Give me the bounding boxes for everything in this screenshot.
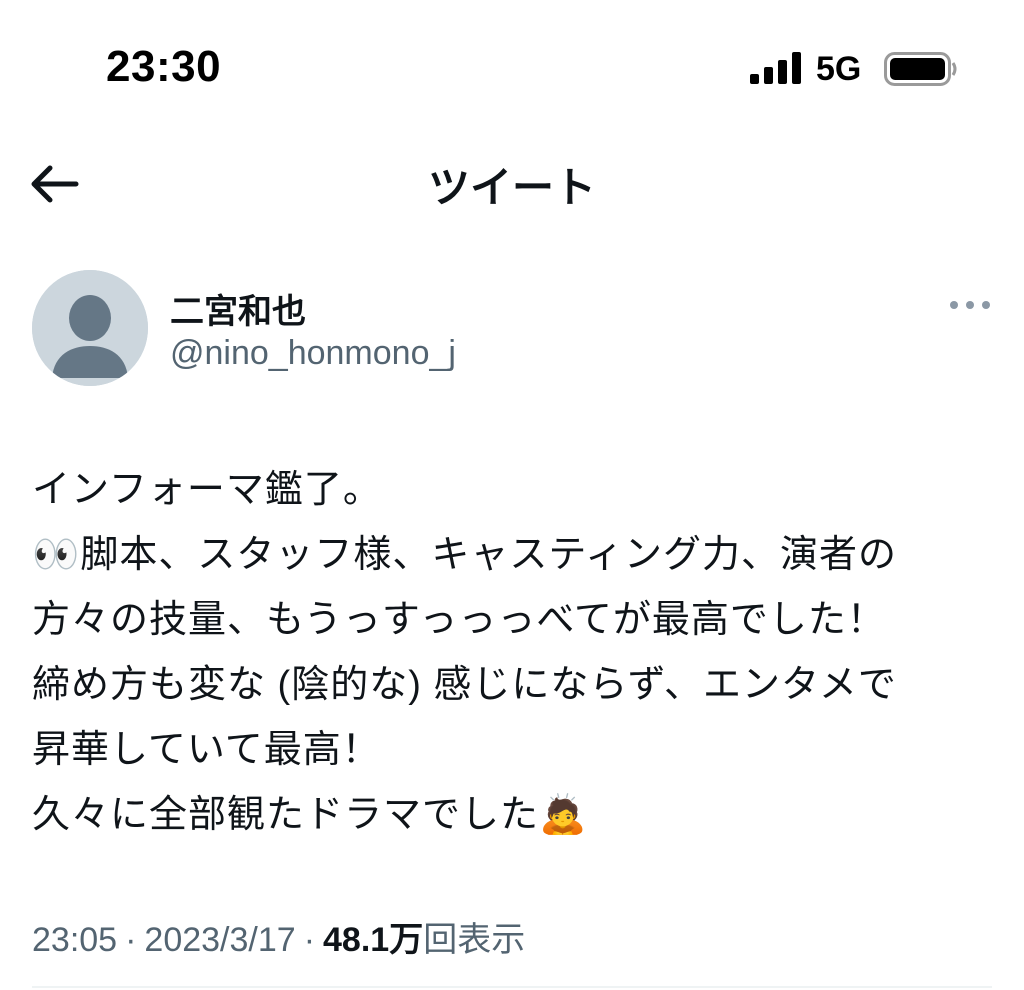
signal-bars-icon xyxy=(750,52,801,84)
meta-separator: · xyxy=(303,921,316,959)
views-count[interactable]: 48.1万 xyxy=(323,921,423,959)
tweet-date[interactable]: 2023/3/17 xyxy=(144,921,295,959)
tweet-line: 👀脚本、スタッフ様、キャスティング力、演者の xyxy=(32,534,898,576)
default-avatar-icon xyxy=(32,270,148,386)
tweet-time[interactable]: 23:05 xyxy=(32,921,117,959)
more-horizontal-icon[interactable] xyxy=(946,290,994,320)
avatar[interactable] xyxy=(32,270,148,386)
top-nav-header: ツイート xyxy=(0,140,1024,230)
tweet-line: インフォーマ鑑了。 xyxy=(32,469,382,511)
tweet-line: 締め方も変な (陰的な) 感じにならず、エンタメで xyxy=(32,664,897,706)
author-name[interactable]: 二宮和也 xyxy=(170,284,306,333)
meta-separator: · xyxy=(125,921,137,959)
battery-icon xyxy=(884,52,957,86)
status-time: 23:30 xyxy=(106,42,222,91)
tweet-line: 方々の技量、もうっすっっっべてが最高でした！ xyxy=(32,599,886,641)
tweet-line: 昇華していて最高！ xyxy=(32,729,381,771)
views-label[interactable]: 回表示 xyxy=(423,921,525,959)
divider xyxy=(32,986,992,988)
network-type-label: 5G xyxy=(816,50,862,88)
tweet-line: 久々に全部観たドラマでした🙇 xyxy=(32,794,588,836)
page-title: ツイート xyxy=(427,164,596,211)
tweet-text: インフォーマ鑑了。 👀脚本、スタッフ様、キャスティング力、演者の 方々の技量、も… xyxy=(32,458,992,848)
tweet-meta: 23:05 · 2023/3/17 · 48.1万回表示 xyxy=(32,912,525,961)
status-bar: 23:30 5G xyxy=(0,0,1024,140)
author-handle[interactable]: @nino_honmono_j xyxy=(170,334,456,373)
